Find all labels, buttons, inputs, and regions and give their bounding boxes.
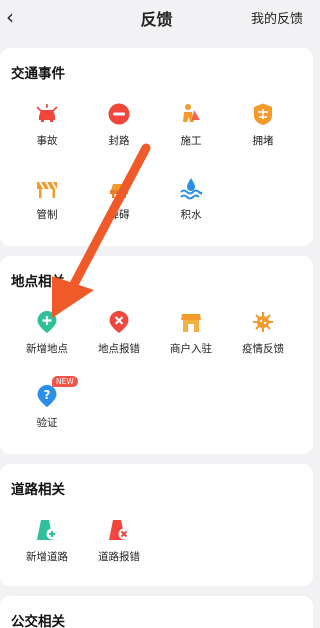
svg-text:?: ? xyxy=(44,388,51,402)
place-item-label: 验证 xyxy=(36,417,58,429)
obstacle-icon xyxy=(110,184,128,198)
place-error-icon xyxy=(109,311,129,333)
traffic-item-label: 障碍 xyxy=(108,209,130,221)
accident-icon xyxy=(36,104,58,122)
traffic-item-accident[interactable]: 事故 xyxy=(12,102,82,158)
traffic-item-label: 积水 xyxy=(180,209,202,221)
traffic-item-control[interactable]: 管制 xyxy=(12,176,82,232)
traffic-events-card: 交通事件 事故 封路 施工 拥堵 管制 障碍 积水 xyxy=(0,48,313,246)
traffic-item-label: 管制 xyxy=(36,209,58,221)
road-item-add[interactable]: 新增道路 xyxy=(12,518,82,574)
place-item-add[interactable]: 新增地点 xyxy=(12,310,82,366)
traffic-item-label: 事故 xyxy=(36,135,58,147)
road-closed-icon xyxy=(108,103,130,125)
bus-related-card: 公交相关 xyxy=(0,596,313,628)
place-item-verify[interactable]: ? NEW 验证 xyxy=(12,376,82,440)
road-related-card: 道路相关 新增道路 道路报错 xyxy=(0,464,313,586)
section-title: 道路相关 xyxy=(11,482,65,498)
traffic-item-label: 拥堵 xyxy=(252,135,274,147)
traffic-item-obstacle[interactable]: 障碍 xyxy=(84,176,154,232)
place-item-label: 疫情反馈 xyxy=(242,343,284,355)
header: ‹ 反馈 我的反馈 xyxy=(0,0,313,38)
place-item-merchant[interactable]: 商户入驻 xyxy=(156,310,226,366)
traffic-item-label: 封路 xyxy=(108,135,130,147)
place-item-label: 新增地点 xyxy=(26,343,68,355)
merchant-icon xyxy=(181,314,201,332)
traffic-item-label: 施工 xyxy=(180,135,202,147)
new-badge: NEW xyxy=(52,376,78,387)
place-item-epidemic[interactable]: 疫情反馈 xyxy=(228,310,298,366)
traffic-item-waterlogging[interactable]: 积水 xyxy=(156,176,226,232)
traffic-item-road-closed[interactable]: 封路 xyxy=(84,102,154,158)
place-item-error[interactable]: 地点报错 xyxy=(84,310,154,366)
road-error-icon xyxy=(109,520,130,540)
add-place-icon xyxy=(37,311,57,333)
road-item-label: 道路报错 xyxy=(98,551,140,563)
section-title: 交通事件 xyxy=(11,66,65,82)
section-title: 公交相关 xyxy=(11,614,65,628)
road-item-label: 新增道路 xyxy=(26,551,68,563)
road-item-error[interactable]: 道路报错 xyxy=(84,518,154,574)
section-title: 地点相关 xyxy=(11,274,65,290)
place-item-label: 地点报错 xyxy=(98,343,140,355)
my-feedback-link[interactable]: 我的反馈 xyxy=(251,8,303,27)
verify-icon: ? xyxy=(37,385,57,407)
epidemic-icon xyxy=(253,312,273,332)
traffic-item-construction[interactable]: 施工 xyxy=(156,102,226,158)
add-road-icon xyxy=(37,520,58,540)
congestion-icon xyxy=(254,103,272,125)
place-item-label: 商户入驻 xyxy=(170,343,212,355)
waterlogging-icon xyxy=(180,178,203,200)
construction-icon xyxy=(183,104,200,122)
traffic-item-congestion[interactable]: 拥堵 xyxy=(228,102,298,158)
place-related-card: 地点相关 新增地点 地点报错 商户入驻 疫情反馈 ? NEW 验证 xyxy=(0,256,313,454)
control-icon xyxy=(37,181,57,198)
